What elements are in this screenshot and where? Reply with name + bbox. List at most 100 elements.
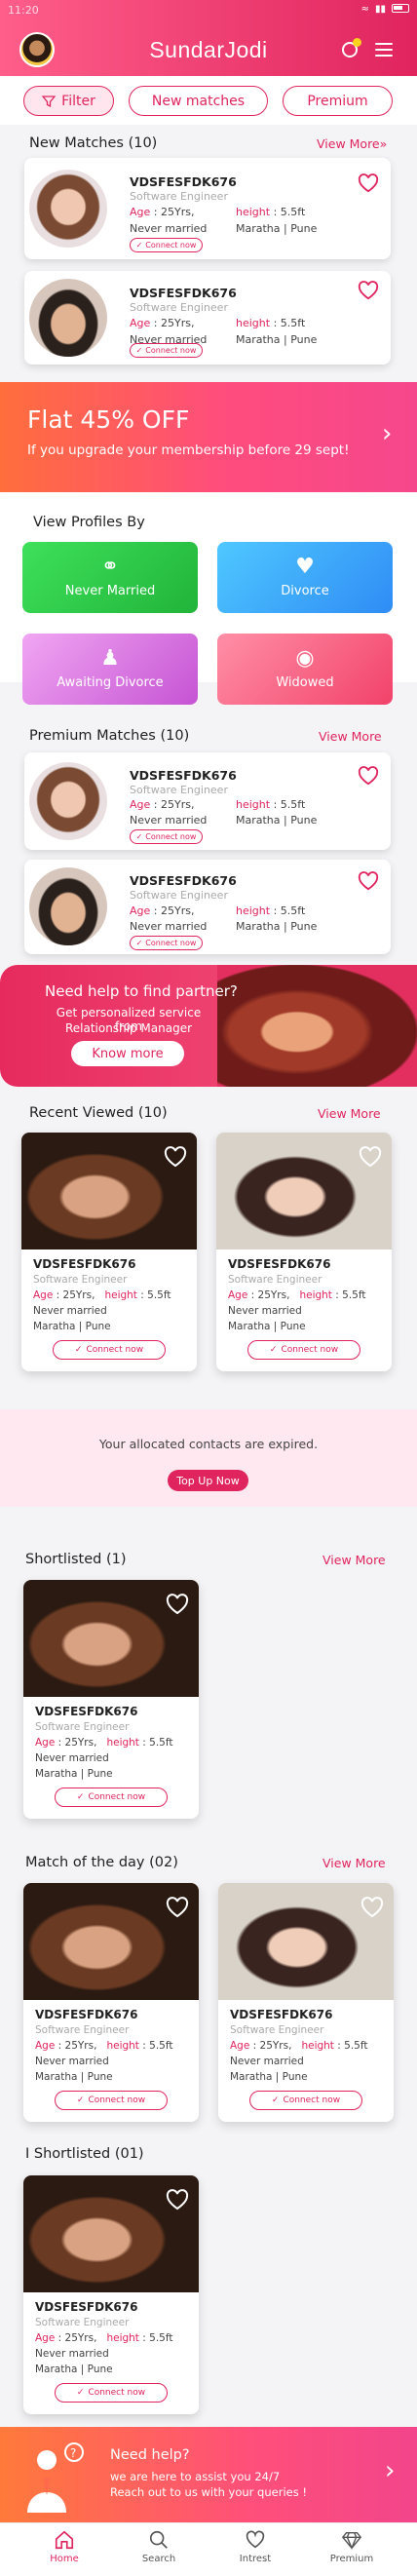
profile-id: VDSFESFDK676 bbox=[130, 174, 237, 189]
profile-height: height : 5.5ft bbox=[236, 904, 306, 917]
chevron-right-icon: › bbox=[382, 419, 393, 448]
heart-icon[interactable] bbox=[359, 1146, 382, 1168]
heart-icon[interactable] bbox=[166, 1594, 189, 1615]
premium-button[interactable]: Premium bbox=[283, 86, 393, 116]
heart-icon[interactable] bbox=[358, 281, 379, 300]
broken-heart-icon: ♥ bbox=[295, 555, 315, 579]
match-of-day-card[interactable]: VDSFESFDK676 Software Engineer Age : 25Y… bbox=[23, 1883, 199, 2122]
diamond-icon bbox=[341, 2531, 362, 2551]
heart-icon[interactable] bbox=[358, 173, 379, 193]
expired-message: Your allocated contacts are expired. bbox=[98, 1437, 319, 1451]
profile-marital-status: Never married bbox=[130, 814, 208, 827]
premium-matches-title: Premium Matches (10) bbox=[29, 728, 190, 744]
profile-id: VDSFESFDK676 bbox=[130, 873, 237, 888]
wifi-icon: ≈ bbox=[360, 4, 369, 15]
need-help-line1: we are here to assist you 24/7 bbox=[110, 2470, 281, 2483]
new-matches-button[interactable]: New matches bbox=[129, 86, 268, 116]
never-married-card[interactable]: ⚭ Never Married bbox=[22, 542, 198, 613]
heart-icon[interactable] bbox=[360, 1897, 384, 1918]
nav-premium[interactable]: Premium bbox=[318, 2529, 386, 2564]
profile-age: Age : 25Yrs, bbox=[130, 317, 195, 329]
shortlisted-card[interactable]: VDSFESFDK676 Software Engineer Age : 25Y… bbox=[23, 1580, 199, 1819]
heart-icon[interactable] bbox=[164, 1146, 187, 1168]
profile-id: VDSFESFDK676 bbox=[35, 2008, 138, 2021]
nav-search[interactable]: Search bbox=[125, 2529, 193, 2564]
need-help-line2: Reach out to us with your queries ! bbox=[110, 2485, 307, 2499]
check-icon: ✓ bbox=[135, 241, 143, 250]
need-help-title: Need help? bbox=[110, 2447, 190, 2463]
nav-interest[interactable]: Intrest bbox=[221, 2529, 289, 2564]
connect-now-button[interactable]: ✓ Connect now bbox=[247, 1340, 360, 1360]
recent-viewed-view-more[interactable]: View More bbox=[318, 1106, 381, 1121]
heart-icon[interactable] bbox=[166, 1897, 189, 1918]
profile-profession: Software Engineer bbox=[33, 1274, 128, 1286]
premium-match-card[interactable]: VDSFESFDK676 Software Engineer Age : 25Y… bbox=[24, 752, 391, 850]
match-of-day-title: Match of the day (02) bbox=[25, 1855, 178, 1870]
promo-banner[interactable]: Flat 45% OFF If you upgrade your members… bbox=[0, 382, 417, 492]
profile-location: Maratha | Pune bbox=[236, 814, 318, 827]
awaiting-divorce-card[interactable]: ♟ Awaiting Divorce bbox=[22, 634, 198, 705]
shortlisted-view-more[interactable]: View More bbox=[322, 1553, 386, 1567]
connect-now-button[interactable]: ✓ Connect now bbox=[55, 1788, 168, 1807]
recent-viewed-card[interactable]: VDSFESFDK676 Software Engineer Age : 25Y… bbox=[216, 1133, 392, 1371]
profile-age-height: Age : 25Yrs, height : 5.5ft bbox=[35, 1737, 173, 1749]
recent-viewed-title: Recent Viewed (10) bbox=[29, 1105, 168, 1121]
hamburger-menu-icon[interactable] bbox=[375, 43, 393, 60]
know-more-button[interactable]: Know more bbox=[71, 1041, 184, 1066]
profile-marital-status: Never married bbox=[228, 1305, 302, 1317]
connect-now-button[interactable]: ✓ Connect now bbox=[130, 829, 203, 844]
profile-location: Maratha | Pune bbox=[35, 2364, 113, 2375]
profile-id: VDSFESFDK676 bbox=[230, 2008, 333, 2021]
connect-now-button[interactable]: ✓ Connect now bbox=[53, 1340, 166, 1360]
check-icon: ✓ bbox=[269, 1345, 278, 1355]
new-match-card[interactable]: VDSFESFDK676 Software Engineer Age : 25Y… bbox=[24, 271, 391, 365]
divorce-card[interactable]: ♥ Divorce bbox=[217, 542, 393, 613]
heart-icon[interactable] bbox=[358, 766, 379, 786]
connect-now-button[interactable]: ✓ Connect now bbox=[130, 343, 203, 358]
help-banner-title: Need help to find partner? bbox=[45, 982, 238, 1000]
heart-icon[interactable] bbox=[358, 871, 379, 891]
new-matches-view-more[interactable]: View More» bbox=[317, 136, 387, 151]
home-icon bbox=[55, 2530, 74, 2550]
profile-profession: Software Engineer bbox=[130, 784, 228, 796]
connect-now-button[interactable]: ✓ Connect now bbox=[130, 238, 203, 252]
new-match-card[interactable]: VDSFESFDK676 Software Engineer Age : 25Y… bbox=[24, 158, 391, 259]
connect-now-button[interactable]: ✓ Connect now bbox=[55, 2091, 168, 2110]
profile-photo bbox=[29, 279, 107, 357]
premium-matches-view-more[interactable]: View More bbox=[319, 729, 382, 744]
profile-height: height : 5.5ft bbox=[236, 317, 306, 329]
profile-location: Maratha | Pune bbox=[236, 333, 318, 346]
status-icons: ≈ ▮▮ bbox=[361, 4, 409, 15]
check-icon: ✓ bbox=[74, 1345, 83, 1355]
new-matches-label: New matches bbox=[151, 93, 246, 109]
profile-id: VDSFESFDK676 bbox=[228, 1257, 331, 1271]
bottom-navigation: Home Search Intrest Premium bbox=[0, 2522, 417, 2576]
connect-now-button[interactable]: ✓ Connect now bbox=[130, 936, 203, 950]
check-icon: ✓ bbox=[135, 939, 143, 947]
profile-location: Maratha | Pune bbox=[35, 1768, 113, 1780]
profile-location: Maratha | Pune bbox=[35, 2071, 113, 2083]
signal-icon: ▮▮ bbox=[374, 4, 386, 15]
premium-match-card[interactable]: VDSFESFDK676 Software Engineer Age : 25Y… bbox=[24, 860, 391, 954]
match-of-day-card[interactable]: VDSFESFDK676 Software Engineer Age : 25Y… bbox=[218, 1883, 394, 2122]
recent-viewed-card[interactable]: VDSFESFDK676 Software Engineer Age : 25Y… bbox=[21, 1133, 197, 1371]
profile-marital-status: Never married bbox=[35, 1752, 109, 1764]
top-up-button[interactable]: Top Up Now bbox=[168, 1470, 248, 1491]
heart-icon[interactable] bbox=[166, 2189, 189, 2211]
connect-now-button[interactable]: ✓ Connect now bbox=[249, 2091, 362, 2110]
i-shortlisted-card[interactable]: VDSFESFDK676 Software Engineer Age : 25Y… bbox=[23, 2175, 199, 2414]
profile-marital-status: Never married bbox=[33, 1305, 107, 1317]
connect-now-button[interactable]: ✓ Connect now bbox=[55, 2383, 168, 2403]
battery-icon bbox=[392, 4, 409, 13]
profile-id: VDSFESFDK676 bbox=[130, 286, 237, 300]
filter-button[interactable]: Filter bbox=[23, 86, 114, 116]
nav-home[interactable]: Home bbox=[30, 2529, 98, 2564]
match-of-day-view-more[interactable]: View More bbox=[322, 1856, 386, 1870]
need-help-banner[interactable]: ? Need help? we are here to assist you 2… bbox=[0, 2427, 417, 2522]
widowed-card[interactable]: ◉ Widowed bbox=[217, 634, 393, 705]
profile-age: Age : 25Yrs, bbox=[130, 798, 195, 811]
profile-profession: Software Engineer bbox=[35, 2317, 130, 2328]
app-header: 11:20 ≈ ▮▮ SundarJodi bbox=[0, 0, 417, 76]
profile-profession: Software Engineer bbox=[130, 889, 228, 902]
profile-age: Age : 25Yrs, bbox=[130, 904, 195, 917]
